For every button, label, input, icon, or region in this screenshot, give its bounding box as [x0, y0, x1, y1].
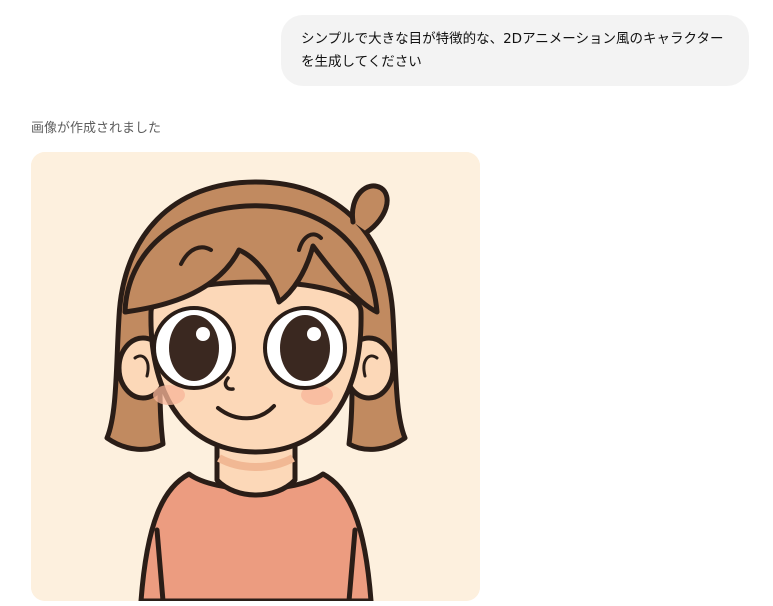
- generated-image[interactable]: [31, 152, 480, 601]
- left-eye: [169, 315, 219, 381]
- user-message-bubble: シンプルで大きな目が特徴的な、2Dアニメーション風のキャラクターを生成してくださ…: [281, 15, 749, 86]
- chat-thread: シンプルで大きな目が特徴的な、2Dアニメーション風のキャラクターを生成してくださ…: [0, 0, 773, 606]
- right-eye: [280, 315, 330, 381]
- user-message-row: シンプルで大きな目が特徴的な、2Dアニメーション風のキャラクターを生成してくださ…: [0, 15, 749, 86]
- anime-character-illustration: [31, 152, 480, 601]
- left-blush: [153, 385, 185, 405]
- image-created-status: 画像が作成されました: [31, 121, 162, 136]
